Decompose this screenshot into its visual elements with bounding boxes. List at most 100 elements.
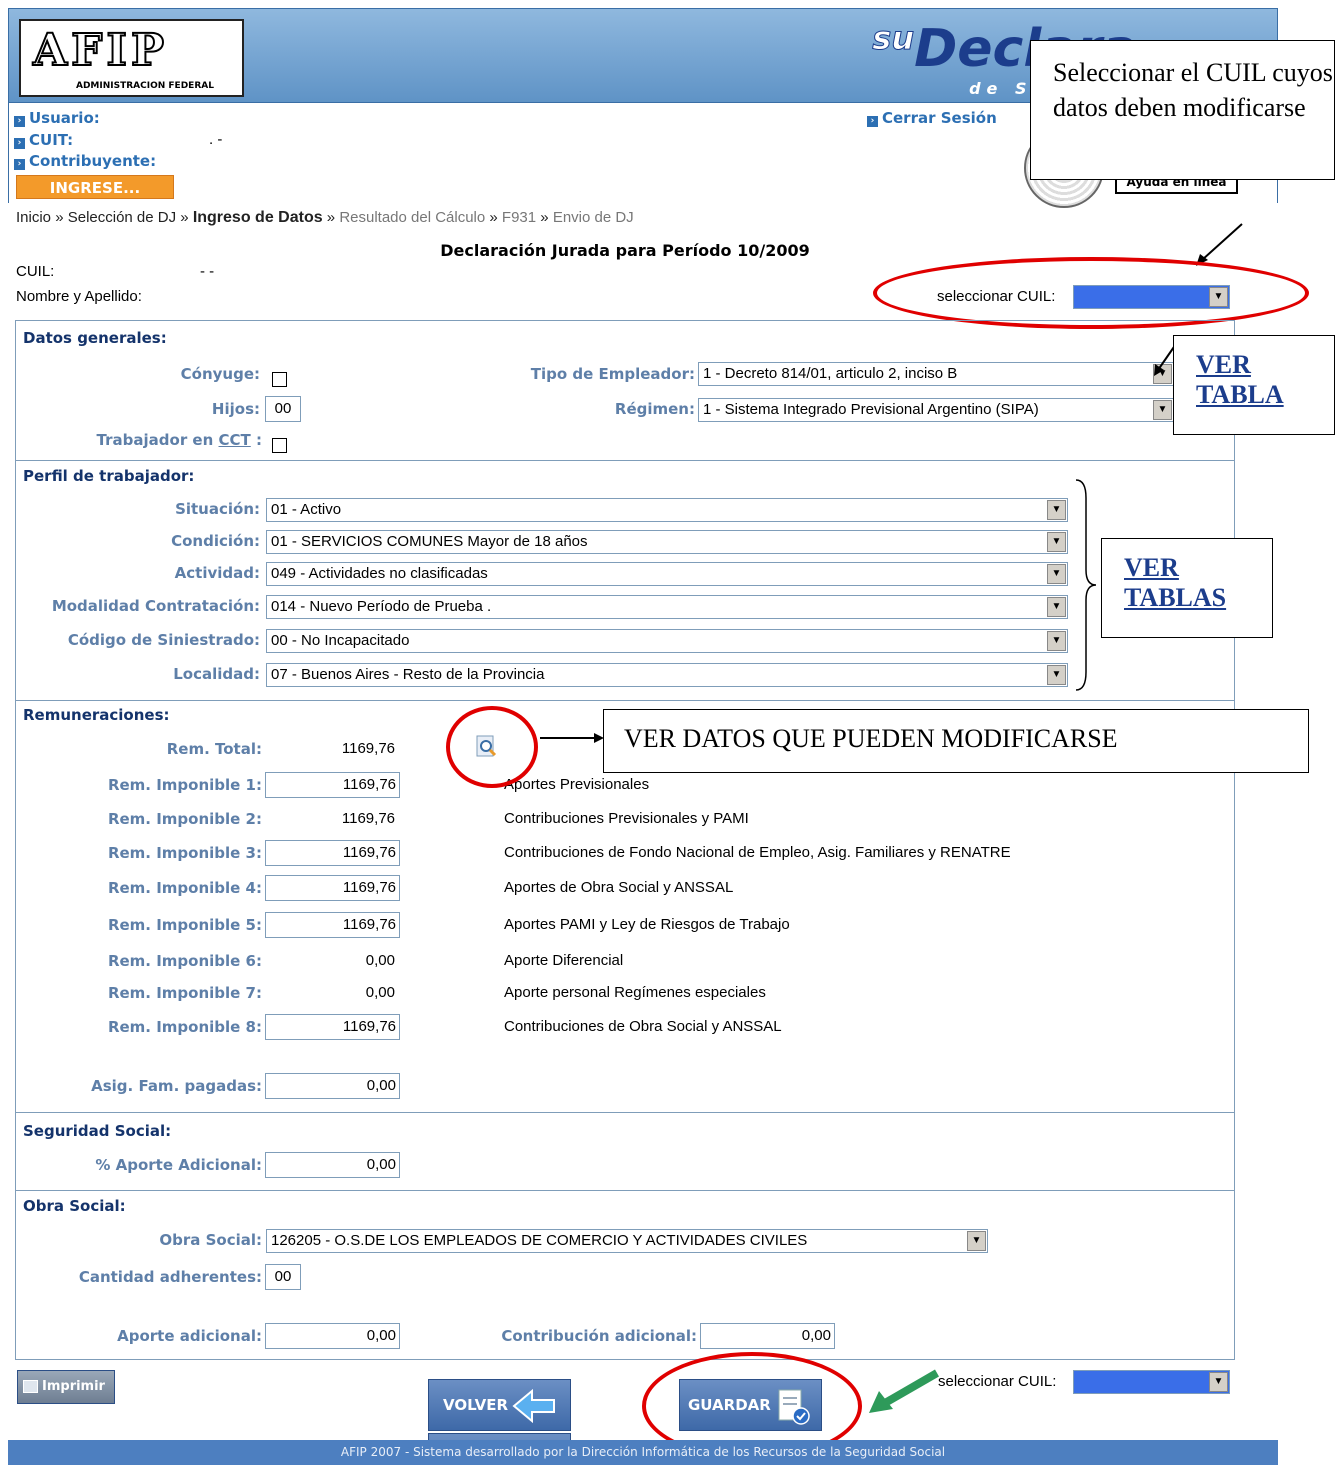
actividad-label: Actividad: xyxy=(174,564,260,582)
contribuyente-label: Contribuyente: xyxy=(29,152,157,170)
ver-tablas-line2: TABLAS xyxy=(1124,583,1227,612)
modalidad-select[interactable]: 014 - Nuevo Período de Prueba . ▼ xyxy=(266,595,1068,619)
chevron-down-icon: ▼ xyxy=(967,1231,986,1251)
callout-ver-tabla[interactable]: VER TABLA xyxy=(1173,335,1335,435)
localidad-value: 07 - Buenos Aires - Resto de la Provinci… xyxy=(271,666,545,683)
rem-imp-3-input[interactable]: 1169,76 xyxy=(265,840,400,866)
tipo-empleador-select[interactable]: 1 - Decreto 814/01, articulo 2, inciso B… xyxy=(698,362,1174,386)
situacion-value: 01 - Activo xyxy=(271,501,342,518)
conyuge-checkbox[interactable] xyxy=(272,372,287,387)
breadcrumb-sep: » xyxy=(326,209,336,226)
rem-imp-4-desc: Aportes de Obra Social y ANSSAL xyxy=(504,879,734,896)
localidad-select[interactable]: 07 - Buenos Aires - Resto de la Provinci… xyxy=(266,663,1068,687)
volver-button-face[interactable]: VOLVER xyxy=(428,1379,571,1431)
volver-label: VOLVER xyxy=(443,1396,508,1414)
regimen-select[interactable]: 1 - Sistema Integrado Previsional Argent… xyxy=(698,398,1174,422)
section-obra-social: Obra Social: xyxy=(23,1197,126,1215)
ingrese-button[interactable]: INGRESE... xyxy=(16,175,174,199)
adherentes-input[interactable]: 00 xyxy=(265,1264,301,1290)
imprimir-label: Imprimir xyxy=(42,1379,105,1394)
rem-imp-6-desc: Aporte Diferencial xyxy=(504,952,624,969)
regimen-label: Régimen: xyxy=(614,400,695,418)
cuit-line: › CUIT: xyxy=(14,131,73,149)
rem-imp-2-desc: Contribuciones Previsionales y PAMI xyxy=(504,810,749,827)
bullet-icon: › xyxy=(14,116,25,127)
siniestrado-label: Código de Siniestrado: xyxy=(67,631,260,649)
rem-imp-4-label: Rem. Imponible 4: xyxy=(107,879,262,897)
cct-checkbox[interactable] xyxy=(272,438,287,453)
divider xyxy=(15,1190,1235,1191)
usuario-line: › Usuario: xyxy=(14,109,100,127)
ver-tabla-line2: TABLA xyxy=(1196,380,1284,409)
rem-imp-7-label: Rem. Imponible 7: xyxy=(107,984,262,1002)
situacion-label: Situación: xyxy=(175,500,260,518)
asig-fam-input[interactable]: 0,00 xyxy=(265,1073,400,1099)
cct-link[interactable]: CCT xyxy=(219,431,251,449)
rem-imp-5-input[interactable]: 1169,76 xyxy=(265,912,400,938)
section-seguridad-social: Seguridad Social: xyxy=(23,1122,172,1140)
localidad-label: Localidad: xyxy=(173,665,260,683)
contribucion-adicional-input[interactable]: 0,00 xyxy=(700,1323,835,1349)
form-area xyxy=(15,320,1235,1360)
tipo-empleador-value: 1 - Decreto 814/01, articulo 2, inciso B xyxy=(703,365,958,382)
chevron-down-icon: ▼ xyxy=(1047,532,1066,552)
rem-imp-4-input[interactable]: 1169,76 xyxy=(265,875,400,901)
obra-social-value: 126205 - O.S.DE LOS EMPLEADOS DE COMERCI… xyxy=(271,1232,808,1249)
aporte-adicional-input[interactable]: 0,00 xyxy=(265,1323,400,1349)
rem-imp-5-label: Rem. Imponible 5: xyxy=(107,916,262,934)
arrow-to-callout xyxy=(540,733,604,743)
situacion-select[interactable]: 01 - Activo ▼ xyxy=(266,498,1068,522)
rem-imp-1-input[interactable]: 1169,76 xyxy=(265,772,400,798)
select-cuil-bottom[interactable]: ▼ xyxy=(1073,1370,1230,1394)
footer: AFIP 2007 - Sistema desarrollado por la … xyxy=(8,1440,1278,1465)
obra-social-select[interactable]: 126205 - O.S.DE LOS EMPLEADOS DE COMERCI… xyxy=(266,1229,988,1253)
rem-imp-6-label: Rem. Imponible 6: xyxy=(107,952,262,970)
conyuge-label: Cónyuge: xyxy=(180,365,260,383)
regimen-value: 1 - Sistema Integrado Previsional Argent… xyxy=(703,401,1039,418)
chevron-down-icon: ▼ xyxy=(1047,597,1066,617)
rem-imp-8-input[interactable]: 1169,76 xyxy=(265,1014,400,1040)
logout-link[interactable]: › Cerrar Sesión xyxy=(867,109,997,127)
condicion-select[interactable]: 01 - SERVICIOS COMUNES Mayor de 18 años ▼ xyxy=(266,530,1068,554)
hijos-input[interactable]: 00 xyxy=(265,396,301,422)
cuit-value: . - xyxy=(209,131,223,148)
rem-imp-7-value: 0,00 xyxy=(365,984,395,1001)
divider xyxy=(15,1112,1235,1113)
actividad-select[interactable]: 049 - Actividades no clasificadas ▼ xyxy=(266,562,1068,586)
rem-imp-5-desc: Aportes PAMI y Ley de Riesgos de Trabajo xyxy=(504,916,790,933)
cuil-value: - - xyxy=(200,263,215,280)
breadcrumb-f931: F931 xyxy=(501,209,537,226)
bullet-icon: › xyxy=(867,116,878,127)
breadcrumb-inicio[interactable]: Inicio xyxy=(16,209,51,226)
callout-ver-tablas[interactable]: VER TABLAS xyxy=(1101,538,1273,638)
condicion-label: Condición: xyxy=(171,532,260,550)
breadcrumb-ingreso: Ingreso de Datos xyxy=(192,209,323,226)
breadcrumb-seleccion[interactable]: Selección de DJ xyxy=(68,209,176,226)
divider xyxy=(15,460,1235,461)
rem-imp-3-label: Rem. Imponible 3: xyxy=(107,844,262,862)
logout-label: Cerrar Sesión xyxy=(882,109,997,127)
breadcrumb-sep: » xyxy=(489,209,498,226)
breadcrumb: Inicio » Selección de DJ » Ingreso de Da… xyxy=(16,209,634,227)
logo-subtitle: ADMINISTRACION FEDERAL xyxy=(76,81,214,91)
rem-imp-8-label: Rem. Imponible 8: xyxy=(107,1018,262,1036)
aporte-adicional-pct-input[interactable]: 0,00 xyxy=(265,1152,400,1178)
afip-logo: AFIP ADMINISTRACION FEDERAL xyxy=(19,19,244,97)
asig-fam-label: Asig. Fam. pagadas: xyxy=(91,1077,262,1095)
tipo-empleador-label: Tipo de Empleador: xyxy=(530,365,695,383)
modalidad-value: 014 - Nuevo Período de Prueba . xyxy=(271,598,492,615)
imprimir-button[interactable]: Imprimir xyxy=(17,1370,115,1404)
divider xyxy=(15,700,1235,701)
actividad-value: 049 - Actividades no clasificadas xyxy=(271,565,488,582)
rem-total-value: 1169,76 xyxy=(341,740,395,757)
rem-imp-6-value: 0,00 xyxy=(365,952,395,969)
rem-imp-2-label: Rem. Imponible 2: xyxy=(107,810,262,828)
cuil-label: CUIL: xyxy=(16,263,55,280)
siniestrado-select[interactable]: 00 - No Incapacitado ▼ xyxy=(266,629,1068,653)
obra-social-label: Obra Social: xyxy=(159,1231,262,1249)
rem-imp-3-desc: Contribuciones de Fondo Nacional de Empl… xyxy=(504,844,1011,861)
breadcrumb-sep: » xyxy=(55,209,64,226)
cct-label: Trabajador en CCT : xyxy=(40,431,262,449)
chevron-down-icon: ▼ xyxy=(1047,631,1066,651)
rem-imp-1-label: Rem. Imponible 1: xyxy=(107,776,262,794)
